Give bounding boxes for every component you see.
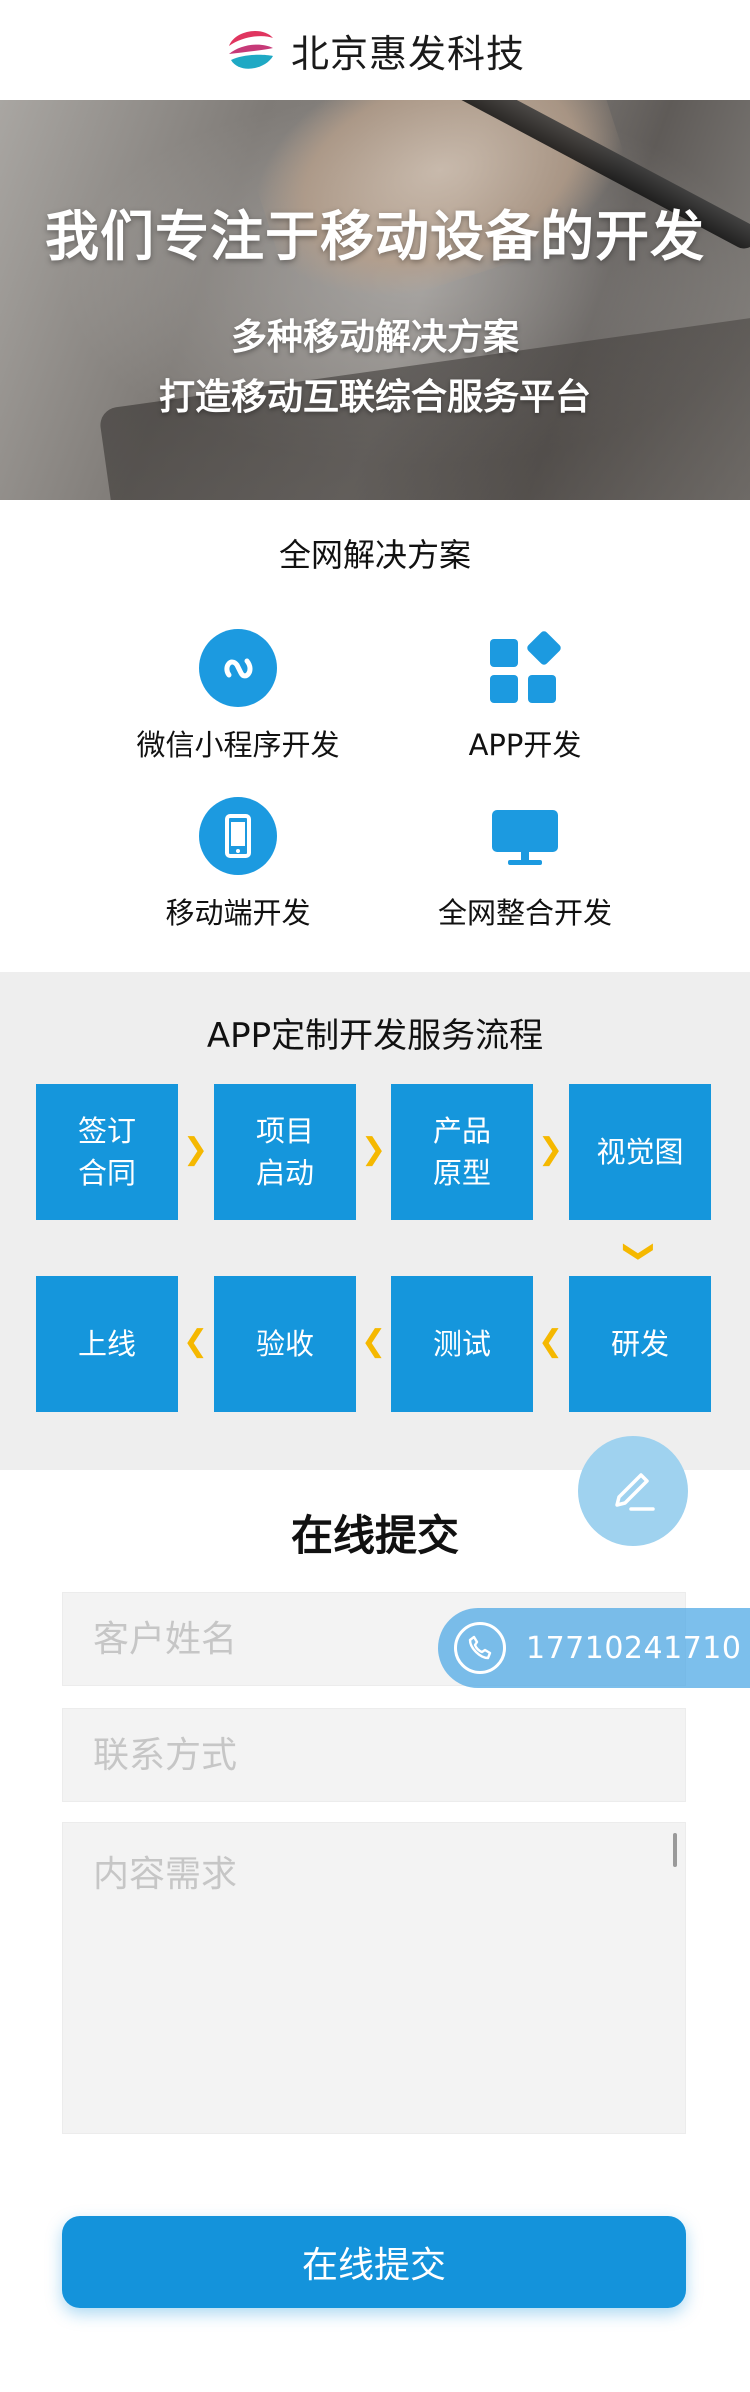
phone-icon	[454, 1622, 506, 1674]
form-title: 在线提交	[290, 1511, 459, 1560]
contact-input[interactable]	[62, 1708, 686, 1802]
monitor-icon	[492, 810, 558, 865]
solution-label: APP开发	[468, 728, 582, 762]
solution-app[interactable]: APP开发	[375, 628, 675, 764]
solution-mini-program[interactable]: 微信小程序开发	[88, 628, 388, 764]
solution-integration[interactable]: 全网整合开发	[375, 796, 675, 932]
arrow-right-icon: ❯	[538, 1132, 564, 1167]
banner-headline: 我们专注于移动设备的开发	[45, 205, 705, 268]
textarea-scrollbar[interactable]	[673, 1833, 677, 1867]
app-grid-icon	[490, 631, 561, 703]
phone-float-button[interactable]: 17710241710	[438, 1608, 750, 1688]
arrow-down-icon: ❯	[622, 1238, 658, 1265]
arrow-right-icon: ❯	[183, 1132, 209, 1167]
arrow-left-icon: ❮	[361, 1324, 387, 1359]
solution-mobile[interactable]: 移动端开发	[88, 796, 388, 932]
arrow-left-icon: ❮	[183, 1324, 209, 1359]
process-step: 研发	[569, 1276, 711, 1412]
phone-number: 17710241710	[526, 1630, 742, 1666]
solutions-title: 全网解决方案	[278, 536, 471, 574]
arrow-left-icon: ❮	[538, 1324, 564, 1359]
process-step: 签订 合同	[36, 1084, 178, 1220]
brand-name: 北京惠发科技	[290, 31, 525, 76]
banner-subline-1: 多种移动解决方案	[230, 317, 519, 358]
process-title: APP定制开发服务流程	[206, 1016, 544, 1056]
solution-label: 移动端开发	[165, 896, 311, 930]
mini-program-icon	[199, 629, 277, 707]
process-step: 产品 原型	[391, 1084, 533, 1220]
brand-logo-icon	[226, 26, 275, 74]
solution-label: 微信小程序开发	[136, 728, 340, 762]
arrow-right-icon: ❯	[361, 1132, 387, 1167]
process-step: 视觉图	[569, 1084, 711, 1220]
solution-label: 全网整合开发	[437, 896, 612, 930]
process-step: 上线	[36, 1276, 178, 1412]
banner-subline-2: 打造移动互联综合服务平台	[158, 377, 591, 418]
process-step: 测试	[391, 1276, 533, 1412]
process-step: 验收	[214, 1276, 356, 1412]
mobile-phone-icon	[199, 797, 277, 875]
submit-button[interactable]: 在线提交	[62, 2216, 686, 2308]
hero-banner[interactable]: 我们专注于移动设备的开发 多种移动解决方案 打造移动互联综合服务平台	[0, 100, 750, 500]
process-section: APP定制开发服务流程 签订 合同 ❯ 项目 启动 ❯ 产品 原型 ❯ 视觉图 …	[0, 972, 750, 1470]
content-textarea[interactable]	[62, 1822, 686, 2134]
header: 北京惠发科技	[0, 0, 750, 100]
process-step: 项目 启动	[214, 1084, 356, 1220]
